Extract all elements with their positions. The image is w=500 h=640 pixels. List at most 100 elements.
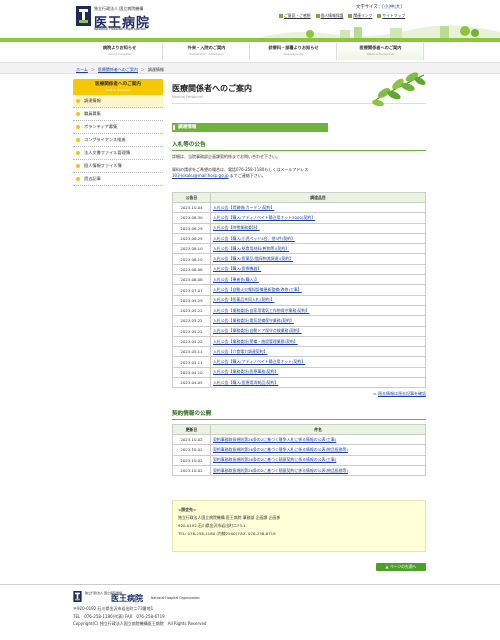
sidebar-item-document-files[interactable]: 法人文書ファイル管理簿 [73, 147, 163, 160]
site-header: 独立行政法人 国立病院機構 医王病院 National Hospital Org… [0, 0, 500, 40]
sitemap-link[interactable]: サイトマップ [377, 13, 405, 19]
contact-title: <照会先> [178, 507, 197, 512]
contact-line-address: 920-0192 石川県金沢市岩出町ニ73-1 [178, 523, 246, 528]
row-date: 2023.04.05 [172, 377, 211, 389]
nav-outpatient-admission[interactable]: 外来・入院のご案内 Outpatient・Admission [163, 43, 250, 60]
row-date: 2023.08.29 [172, 232, 211, 245]
sidebar-item-recruitment[interactable]: 職員募集 [73, 108, 163, 121]
row-item-link[interactable]: 入札公告【購入(アディノベイト静注用キット)契約】 [210, 356, 426, 368]
bid-archive-link[interactable]: ⇒ 過去情報は過去記事を確認 [172, 391, 426, 397]
contact-email-link[interactable]: 303-kikaku@mail.hosp.go.jp [172, 173, 229, 178]
table-row: 2023.05.11 入札公告【購入(アディノベイト静注用キット)契約】 [172, 356, 426, 368]
table-row: 2023.05.29 入札公告【医薬品共同入札(契約)】 [172, 294, 426, 306]
row-item-link[interactable]: 契約事務取扱規則第26条の2に基づく競争入札に係る情報の公表(工事) [210, 433, 426, 446]
contract-info-heading: 契約情報の公開 [172, 409, 426, 420]
bid-request-text: 資料の請求をご希望の場合は、電話076-258-1180もしくはメールアドレス … [172, 167, 309, 178]
sidebar-item-procurement[interactable]: 調達情報 [73, 95, 163, 108]
bullet-icon [76, 125, 80, 129]
row-item-link[interactable]: 入札公告【購入(小児ベッド4台、他3件)契約】 [210, 232, 426, 245]
sidebar: 医療関係者へのご案内 Medical Personnel 調達情報 職員募集 ボ… [73, 79, 163, 186]
table-row: 2023.10.04 入札公告【賃貸借(カーテン)契約】 [172, 201, 426, 214]
contact-line-dept: 独立行政法人国立病院機構 医王病院 事務部 企画課 企画係 [178, 515, 281, 520]
text-size-large-button[interactable]: 大 [396, 5, 400, 10]
table-row: 2023.05.11 入札公告【介食電力調達契約】 [172, 346, 426, 358]
site-footer: 独立行政法人 国立病院機構 医王病院 National Hospital Org… [0, 585, 500, 640]
hospital-logo[interactable]: 独立行政法人 国立病院機構 医王病院 National Hospital Org… [76, 4, 196, 31]
row-item-link[interactable]: 入札公告【業務委託(電気設備保守業務)契約】 [210, 315, 426, 327]
footer-logo-mark-icon [73, 591, 82, 602]
row-item-link[interactable]: 入札公告【購入(アディノベイト静注用キット3000)契約】 [210, 212, 426, 224]
row-item-link[interactable]: 入札公告【患者衣(購入)】 [210, 274, 426, 286]
table-row: 2023.05.22 入札公告【業務委託(自家用電気工作物保守業務)契約】 [172, 304, 426, 317]
row-date: 2023.05.11 [172, 356, 211, 368]
row-date: 2023.08.10 [172, 253, 211, 265]
footer-address-block: 〒920-0192 石川県金沢市岩出町ニ73番地1 TEL 076-258-11… [73, 605, 206, 628]
row-item-link[interactable]: 入札公告【購入(医薬品(臨採物流調達))契約】 [210, 253, 426, 265]
page-top-button[interactable]: ▲ ページの先頭へ [376, 563, 426, 571]
row-item-link[interactable]: 入札公告【医薬品共同入札(契約)】 [210, 294, 426, 306]
footer-hospital-name: 医王病院 [111, 593, 143, 603]
row-date: 2023.08.30 [172, 212, 211, 224]
table-row: 2023.08.08 入札公告【患者衣(購入)】 [172, 274, 426, 286]
related-bullet-icon [348, 14, 353, 18]
row-item-link[interactable]: 入札公告【購入(給食用材料(乾物等))契約】 [210, 243, 426, 255]
table-row: 2023.08.29 入札公告【購入(小児ベッド4台、他3件)契約】 [172, 232, 426, 245]
row-item-link[interactable]: 入札公告【購入(医療用消耗品)契約】 [210, 377, 426, 389]
row-item-link[interactable]: 入札公告【業務委託(警備・施設管理業務)契約】 [210, 335, 426, 348]
sidebar-heading: 医療関係者へのご案内 Medical Personnel [73, 79, 163, 95]
text-size-medium-button[interactable]: 中 [390, 5, 394, 10]
column-header-subject: 件名 [210, 424, 426, 435]
table-row: 2023.10.02 契約事務取扱規則第26条の2に基づく競争入札に係る情報の公表… [172, 444, 426, 456]
sidebar-item-compliance[interactable]: コンプライアンス推進 [73, 134, 163, 147]
logo-mark-icon [76, 6, 91, 26]
table-row: 2023.10.02 契約事務取扱規則第26条の2に基づく随意契約に係る情報の公表… [172, 464, 426, 477]
row-item-link[interactable]: 契約事務取扱規則第26条の2に基づく随意契約に係る情報の公表(物品役務等) [210, 464, 426, 477]
row-date: 2023.04.10 [172, 366, 211, 379]
row-item-link[interactable]: 入札公告【業務委託(自動ドア保守点検業務)契約】 [210, 325, 426, 337]
leaves-decoration-icon [372, 72, 426, 107]
related-links-link[interactable]: 関連リンク [348, 13, 372, 19]
column-header-updated: 更新日 [172, 424, 211, 435]
table-header-row: 更新日 件名 [172, 424, 426, 435]
row-item-link[interactable]: 契約事務取扱規則第26条の2に基づく競争入札に係る情報の公表(物品役務等) [210, 444, 426, 456]
row-date: 2023.10.02 [172, 464, 211, 477]
row-item-link[interactable]: 入札公告【購入(医療機器】 [210, 263, 426, 276]
row-item-link[interactable]: 入札公告【除雪業務委託】 [210, 222, 426, 234]
contact-box: <照会先> 独立行政法人国立病院機構 医王病院 事務部 企画課 企画係 920-… [172, 500, 426, 552]
row-date: 2023.05.22 [172, 304, 211, 317]
feedback-link[interactable]: ご意見・ご感想 [279, 13, 311, 19]
column-header-date: 公告日 [172, 192, 211, 203]
sidebar-item-volunteer[interactable]: ボランティア募集 [73, 121, 163, 134]
sitemap-bullet-icon [377, 14, 382, 18]
row-date: 2023.10.04 [172, 201, 211, 214]
nav-medical-personnel[interactable]: 医療関係者へのご案内 Medical Personnel [337, 43, 424, 60]
breadcrumb-parent[interactable]: 医療関係者へのご案内 [98, 67, 138, 72]
bullet-icon [76, 177, 80, 181]
section-heading: 調達情報 [172, 123, 328, 132]
row-item-link[interactable]: 入札公告【自動火災報知設備更新整備(改修)工事】 [210, 284, 426, 296]
privacy-link[interactable]: 個人情報保護 [315, 13, 343, 19]
row-date: 2023.08.29 [172, 222, 211, 234]
row-date: 2023.08.08 [172, 263, 211, 276]
row-date: 2023.10.02 [172, 454, 211, 466]
footer-logo: 独立行政法人 国立病院機構 医王病院 National Hospital Org… [73, 590, 233, 604]
row-item-link[interactable]: 契約事務取扱規則第26条の2に基づく随意契約に係る情報の公表(工事) [210, 454, 426, 466]
breadcrumb-home[interactable]: ホーム [76, 67, 88, 72]
nav-departments[interactable]: 診療科・部署よりお知らせ Departments [250, 43, 337, 60]
sidebar-item-archive[interactable]: 過去記事 [73, 173, 163, 186]
row-item-link[interactable]: 入札公告【介食電力調達契約】 [210, 346, 426, 358]
row-date: 2023.08.08 [172, 274, 211, 286]
text-size-small-button[interactable]: 小 [384, 5, 388, 10]
bid-notice-heading: 入札等の公告 [172, 140, 426, 151]
row-item-link[interactable]: 入札公告【賃貸借(カーテン)契約】 [210, 201, 426, 214]
row-item-link[interactable]: 入札公告【業務委託(医療事務)契約】 [210, 366, 426, 379]
row-date: 2023.05.29 [172, 294, 211, 306]
footer-english-name: National Hospital Organization [151, 596, 200, 600]
nav-hospital-news[interactable]: 病院よりお知らせ About Hospital [76, 43, 163, 60]
footer-tel: TEL 076-258-1180(代表) FAX 076-258-6719 [73, 613, 165, 619]
table-row: 2023.08.10 入札公告【購入(医薬品(臨採物流調達))契約】 [172, 253, 426, 265]
table-row: 2023.08.30 入札公告【購入(アディノベイト静注用キット3000)契約】 [172, 212, 426, 224]
row-item-link[interactable]: 入札公告【業務委託(自家用電気工作物保守業務)契約】 [210, 304, 426, 317]
sidebar-item-personal-info-files[interactable]: 個人情報ファイル簿 [73, 160, 163, 173]
column-header-item: 調達品目 [210, 192, 426, 203]
